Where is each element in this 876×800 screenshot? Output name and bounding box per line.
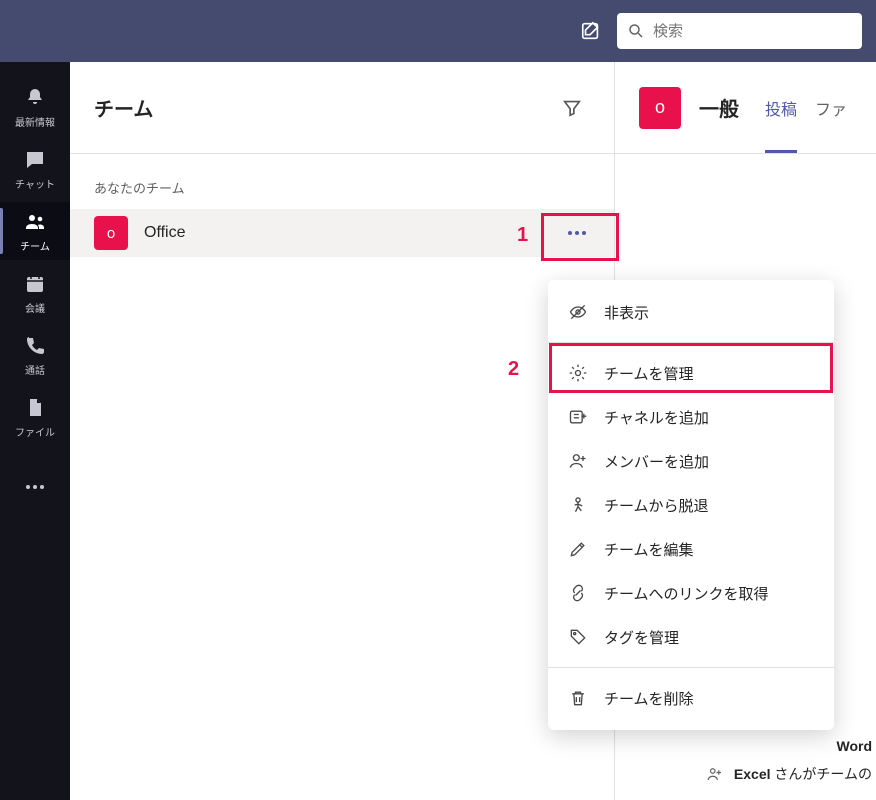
app-rail: 最新情報 チャット チーム 会議 通話 ファイル xyxy=(0,62,70,800)
menu-edit-team-label: チームを編集 xyxy=(604,539,694,560)
teams-panel: チーム あなたのチーム o Office xyxy=(70,62,615,800)
menu-edit-team[interactable]: チームを編集 xyxy=(548,527,834,571)
compose-button[interactable] xyxy=(576,13,605,49)
feed-excel-text: Excel さんがチームの xyxy=(734,764,872,784)
search-input[interactable] xyxy=(653,23,852,40)
rail-activity-label: 最新情報 xyxy=(15,114,55,129)
trash-icon xyxy=(568,688,588,708)
channel-title: 一般 xyxy=(699,93,739,122)
panel-title: チーム xyxy=(94,93,153,122)
search-box[interactable] xyxy=(617,13,862,49)
menu-add-member-label: メンバーを追加 xyxy=(604,451,709,472)
pencil-icon xyxy=(568,539,588,559)
menu-add-channel[interactable]: チャネルを追加 xyxy=(548,395,834,439)
hide-icon xyxy=(568,302,588,322)
calendar-icon xyxy=(23,272,47,296)
filter-button[interactable] xyxy=(554,90,590,126)
team-row[interactable]: o Office xyxy=(70,209,614,257)
more-icon xyxy=(23,483,47,491)
rail-calls-label: 通話 xyxy=(25,362,45,377)
activity-feed-partial: Word Excel さんがチームの xyxy=(706,732,872,788)
top-bar xyxy=(0,0,876,62)
gear-icon xyxy=(568,363,588,383)
menu-manage-team-label: チームを管理 xyxy=(604,363,694,384)
rail-calendar[interactable]: 会議 xyxy=(0,264,70,322)
feed-word-name: Word xyxy=(836,738,872,754)
rail-teams-label: チーム xyxy=(20,238,50,253)
teams-icon xyxy=(23,210,47,234)
rail-activity[interactable]: 最新情報 xyxy=(0,78,70,136)
menu-manage-team[interactable]: チームを管理 xyxy=(548,351,834,395)
menu-delete-team[interactable]: チームを削除 xyxy=(548,676,834,720)
feed-row-excel: Excel さんがチームの xyxy=(706,760,872,788)
panel-header: チーム xyxy=(70,62,614,154)
rail-files[interactable]: ファイル xyxy=(0,388,70,446)
add-member-icon xyxy=(568,451,588,471)
team-avatar: o xyxy=(94,216,128,250)
channel-tabs: 投稿 ファ xyxy=(765,62,847,153)
team-context-menu: 非表示 チームを管理 チャネルを追加 メンバーを追加 チームから脱退 チームを編… xyxy=(548,280,834,730)
search-icon xyxy=(627,22,645,40)
feed-row-word: Word xyxy=(706,732,872,760)
tab-posts[interactable]: 投稿 xyxy=(765,62,797,153)
rail-chat-label: チャット xyxy=(15,176,55,191)
tab-files[interactable]: ファ xyxy=(815,62,847,153)
filter-icon xyxy=(561,97,583,119)
annotation-1: 1 xyxy=(517,224,528,247)
rail-more[interactable] xyxy=(0,458,70,516)
bell-icon xyxy=(23,86,47,110)
menu-hide-label: 非表示 xyxy=(604,302,649,323)
person-add-icon xyxy=(706,765,724,783)
add-channel-icon xyxy=(568,407,588,427)
menu-separator-2 xyxy=(548,667,834,668)
phone-icon xyxy=(23,334,47,358)
channel-header: o 一般 投稿 ファ xyxy=(615,62,876,154)
menu-leave-team[interactable]: チームから脱退 xyxy=(548,483,834,527)
rail-teams[interactable]: チーム xyxy=(0,202,70,260)
menu-get-link[interactable]: チームへのリンクを取得 xyxy=(548,571,834,615)
tag-icon xyxy=(568,627,588,647)
leave-icon xyxy=(568,495,588,515)
compose-icon xyxy=(580,20,602,42)
menu-add-channel-label: チャネルを追加 xyxy=(604,407,709,428)
file-icon xyxy=(23,396,47,420)
rail-chat[interactable]: チャット xyxy=(0,140,70,198)
rail-files-label: ファイル xyxy=(15,424,55,439)
your-teams-label: あなたのチーム xyxy=(70,154,614,209)
menu-add-member[interactable]: メンバーを追加 xyxy=(548,439,834,483)
menu-manage-tags[interactable]: タグを管理 xyxy=(548,615,834,659)
menu-hide[interactable]: 非表示 xyxy=(548,290,834,334)
team-more-button[interactable] xyxy=(560,216,594,250)
menu-get-link-label: チームへのリンクを取得 xyxy=(604,583,769,604)
annotation-2: 2 xyxy=(508,358,519,381)
menu-delete-team-label: チームを削除 xyxy=(604,688,694,709)
menu-manage-tags-label: タグを管理 xyxy=(604,627,679,648)
chat-icon xyxy=(23,148,47,172)
menu-leave-team-label: チームから脱退 xyxy=(604,495,709,516)
menu-separator xyxy=(548,342,834,343)
more-dots-icon xyxy=(568,231,586,235)
link-icon xyxy=(568,583,588,603)
channel-avatar: o xyxy=(639,87,681,129)
rail-calendar-label: 会議 xyxy=(25,300,45,315)
rail-calls[interactable]: 通話 xyxy=(0,326,70,384)
team-name: Office xyxy=(144,224,544,242)
